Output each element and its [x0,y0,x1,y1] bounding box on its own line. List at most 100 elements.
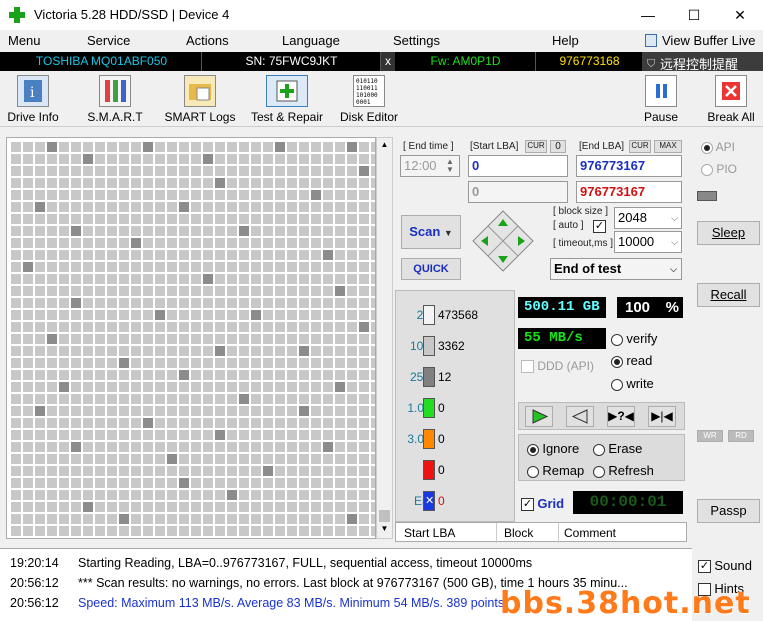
quick-button[interactable]: QUICK [401,258,461,280]
sector-cell [23,166,33,176]
erase-radio[interactable]: Erase [593,441,642,456]
break-all-button[interactable]: Break All [705,75,757,127]
sector-cell [203,334,213,344]
test-mode-select[interactable]: End of test ⌵ [550,258,682,280]
sector-cell [131,142,141,152]
sector-cell [83,298,93,308]
end-max-button[interactable]: MAX [654,140,682,153]
sector-cell [227,538,237,539]
end-cur-button[interactable]: CUR [629,140,651,153]
col-block[interactable]: Block [504,526,533,540]
stop-x-icon [715,75,747,107]
api-radio[interactable]: API [701,140,735,154]
passp-button[interactable]: Passp [697,499,760,523]
block-size-select[interactable]: 2048 ⌵ [614,207,682,229]
disk-editor-button[interactable]: 010110 110011 101000 0001 Disk Editor [338,75,400,127]
menu-language[interactable]: Language [282,33,340,48]
menu-settings[interactable]: Settings [393,33,440,48]
sector-cell [359,430,369,440]
minimize-button[interactable]: — [625,0,671,30]
sector-cell [263,286,273,296]
view-buffer-live[interactable]: View Buffer Live [662,33,755,48]
sector-cell [95,514,105,524]
sector-cell [71,262,81,272]
latency-count: 0 [438,494,445,508]
maximize-button[interactable]: ☐ [671,0,717,30]
sector-cell [311,322,321,332]
scroll-down-icon[interactable]: ▼ [379,524,390,536]
end-time-spinner-icon[interactable]: ▲ ▼ [446,158,454,174]
ignore-radio[interactable]: Ignore [527,441,579,456]
smart-button[interactable]: S.M.A.R.T [84,75,146,127]
col-comment[interactable]: Comment [564,526,616,540]
end-lba-field[interactable]: 976773167 [576,155,682,177]
sector-cell [227,226,237,236]
play-button[interactable] [525,406,553,427]
menu-help[interactable]: Help [552,33,579,48]
grid-checkbox[interactable]: ✓ Grid [521,496,564,512]
sector-cell [83,142,93,152]
timeout-select[interactable]: 10000 ⌵ [614,231,682,253]
sector-cell [35,142,45,152]
sector-cell [71,406,81,416]
pio-radio[interactable]: PIO [701,162,737,176]
sector-cell [35,322,45,332]
sector-cell [131,286,141,296]
sector-cell [59,322,69,332]
menu-actions[interactable]: Actions [186,33,229,48]
device-close-x[interactable]: x [381,52,395,71]
close-button[interactable]: ✕ [717,0,763,30]
menu-service[interactable]: Service [87,33,130,48]
sector-cell [83,322,93,332]
device-model[interactable]: TOSHIBA MQ01ABF050 [2,52,202,71]
remap-radio[interactable]: Remap [527,463,584,478]
sector-cell [299,538,309,539]
sleep-button[interactable]: Sleep [697,221,760,245]
drive-info-button[interactable]: i Drive Info [4,75,62,127]
sector-cell [347,346,357,356]
smart-logs-button[interactable]: SMART Logs [163,75,237,127]
refresh-radio[interactable]: Refresh [593,463,654,478]
sector-cell [59,370,69,380]
scan-button[interactable]: Scan ▼ [401,215,461,249]
rewind-button[interactable] [566,406,594,427]
read-radio[interactable]: read [611,353,652,368]
start-cur-button[interactable]: CUR [525,140,547,153]
sector-cell [107,322,117,332]
scroll-up-icon[interactable]: ▲ [379,140,390,152]
sector-cell [95,502,105,512]
toolbar: i Drive Info S.M.A.R.T SMART Logs Test &… [0,71,763,127]
verify-radio[interactable]: verify [611,331,657,346]
shield-icon: ⛉ [647,58,656,70]
sector-cell [59,478,69,488]
start-zero-button[interactable]: 0 [550,140,566,153]
sector-cell [95,142,105,152]
sector-cell [59,250,69,260]
sector-cell [239,142,249,152]
pause-button[interactable]: Pause [640,75,682,127]
recall-button[interactable]: Recall [697,283,760,307]
ddd-api-checkbox[interactable]: DDD (API) [521,359,594,374]
menu-menu[interactable]: Menu [8,33,41,48]
auto-checkbox[interactable]: ✓ [593,220,606,233]
test-repair-button[interactable]: Test & Repair [248,75,326,127]
sector-cell [323,406,333,416]
start-lba-field[interactable]: 0 [468,155,568,177]
sector-cell [299,370,309,380]
wr-button[interactable]: WR [697,430,723,442]
sector-cell [227,382,237,392]
sector-cell [71,214,81,224]
grid-scrollbar[interactable]: ▲ ▼ [376,137,393,539]
col-start-lba[interactable]: Start LBA [404,526,455,540]
write-radio[interactable]: write [611,376,654,391]
direction-pad[interactable] [471,209,535,273]
rd-button[interactable]: RD [728,430,754,442]
seek-help-button[interactable]: ▶?◀ [607,406,635,427]
sector-cell [23,286,33,296]
sound-checkbox[interactable]: ✓ Sound [698,558,752,574]
sector-cell [299,418,309,428]
scroll-thumb[interactable] [379,510,390,522]
sector-cell [347,514,357,524]
sector-cell [167,466,177,476]
skip-end-button[interactable]: ▶|◀ [648,406,676,427]
